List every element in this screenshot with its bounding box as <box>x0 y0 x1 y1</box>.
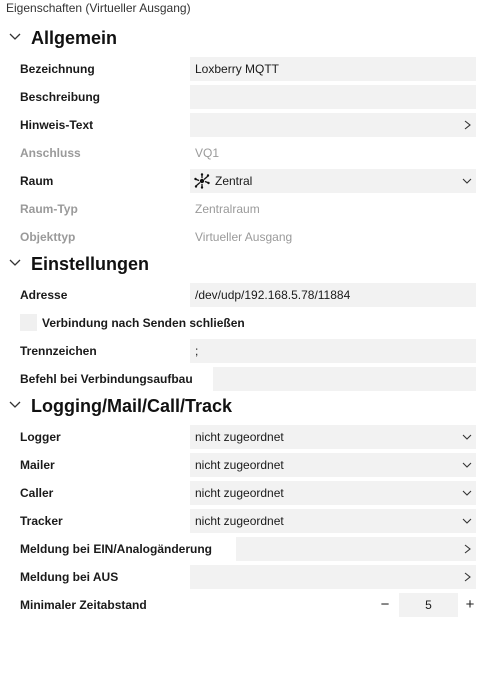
field-label: Anschluss <box>20 146 81 160</box>
mailer-select[interactable]: nicht zugeordnet <box>190 453 476 477</box>
row-mailer: Mailer nicht zugeordnet <box>0 452 485 478</box>
row-meldung-aus: Meldung bei AUS <box>0 564 485 590</box>
section-title: Allgemein <box>31 27 118 48</box>
field-label: Caller <box>20 486 54 500</box>
field-label: Trennzeichen <box>20 344 97 358</box>
field-label: Meldung bei AUS <box>20 570 119 584</box>
field-label: Mailer <box>20 458 55 472</box>
field-value: Zentral <box>215 174 253 188</box>
tracker-select[interactable]: nicht zugeordnet <box>190 509 476 533</box>
section-allgemein[interactable]: Allgemein <box>0 26 485 50</box>
row-verbindung-schliessen: Verbindung nach Senden schließen <box>0 310 485 336</box>
field-value: /dev/udp/192.168.5.78/11884 <box>195 288 351 302</box>
field-label: Adresse <box>20 288 68 302</box>
section-title: Logging/Mail/Call/Track <box>31 395 233 416</box>
field-value: nicht zugeordnet <box>195 430 284 444</box>
increment-button[interactable]: + <box>463 592 477 618</box>
field-value: nicht zugeordnet <box>195 514 284 528</box>
row-caller: Caller nicht zugeordnet <box>0 480 485 506</box>
hinweis-text-field[interactable] <box>190 113 476 137</box>
section-logging[interactable]: Logging/Mail/Call/Track <box>0 394 485 418</box>
chevron-right-icon <box>464 120 471 130</box>
row-anschluss: Anschluss VQ1 <box>0 140 485 166</box>
central-room-icon <box>194 173 210 189</box>
field-label: Raum <box>20 174 54 188</box>
raum-typ-value: Zentralraum <box>195 202 260 216</box>
anschluss-value: VQ1 <box>195 146 220 160</box>
row-beschreibung: Beschreibung <box>0 84 485 110</box>
field-value: nicht zugeordnet <box>195 458 284 472</box>
field-value: Loxberry MQTT <box>195 62 280 76</box>
verbindung-schliessen-checkbox[interactable] <box>20 314 37 331</box>
row-raum: Raum Zentral <box>0 168 485 194</box>
chevron-down-icon <box>462 178 472 184</box>
caller-select[interactable]: nicht zugeordnet <box>190 481 476 505</box>
row-adresse: Adresse /dev/udp/192.168.5.78/11884 <box>0 282 485 308</box>
field-label: Hinweis-Text <box>20 118 94 132</box>
decrement-button[interactable]: − <box>378 592 392 618</box>
meldung-aus-field[interactable] <box>190 565 476 589</box>
chevron-down-icon <box>462 518 472 524</box>
field-label: Logger <box>20 430 61 444</box>
chevron-down-icon <box>462 434 472 440</box>
field-label: Beschreibung <box>20 90 101 104</box>
row-befehl-verbindungsaufbau: Befehl bei Verbindungsaufbau <box>0 366 485 392</box>
field-label: Bezeichnung <box>20 62 95 76</box>
chevron-down-icon <box>9 33 21 40</box>
chevron-down-icon <box>9 259 21 266</box>
row-trennzeichen: Trennzeichen ; <box>0 338 485 364</box>
field-label: Objekttyp <box>20 230 76 244</box>
field-label: Tracker <box>20 514 63 528</box>
field-label: Befehl bei Verbindungsaufbau <box>20 372 193 386</box>
chevron-down-icon <box>9 401 21 408</box>
befehl-verbindungsaufbau-input[interactable] <box>213 367 476 391</box>
row-minimaler-zeitabstand: Minimaler Zeitabstand − 5 + <box>0 592 485 618</box>
field-value: nicht zugeordnet <box>195 486 284 500</box>
field-label: Minimaler Zeitabstand <box>20 598 147 612</box>
meldung-ein-field[interactable] <box>236 537 476 561</box>
row-hinweis-text: Hinweis-Text <box>0 112 485 138</box>
row-bezeichnung: Bezeichnung Loxberry MQTT <box>0 56 485 82</box>
section-einstellungen[interactable]: Einstellungen <box>0 252 485 276</box>
logger-select[interactable]: nicht zugeordnet <box>190 425 476 449</box>
chevron-down-icon <box>462 490 472 496</box>
trennzeichen-input[interactable]: ; <box>190 339 476 363</box>
row-objekttyp: Objekttyp Virtueller Ausgang <box>0 224 485 250</box>
beschreibung-input[interactable] <box>190 85 476 109</box>
chevron-down-icon <box>462 462 472 468</box>
adresse-input[interactable]: /dev/udp/192.168.5.78/11884 <box>190 283 476 307</box>
zeitabstand-stepper-input[interactable]: 5 <box>399 593 458 617</box>
field-label: Raum-Typ <box>20 202 78 216</box>
row-tracker: Tracker nicht zugeordnet <box>0 508 485 534</box>
row-meldung-ein: Meldung bei EIN/Analogänderung <box>0 536 485 562</box>
checkbox-label[interactable]: Verbindung nach Senden schließen <box>42 310 245 336</box>
row-logger: Logger nicht zugeordnet <box>0 424 485 450</box>
window-title: Eigenschaften (Virtueller Ausgang) <box>6 1 191 15</box>
objekttyp-value: Virtueller Ausgang <box>195 230 293 244</box>
section-title: Einstellungen <box>31 253 150 274</box>
field-label: Meldung bei EIN/Analogänderung <box>20 542 212 556</box>
bezeichnung-input[interactable]: Loxberry MQTT <box>190 57 476 81</box>
chevron-right-icon <box>464 572 471 582</box>
raum-select[interactable]: Zentral <box>190 169 476 193</box>
row-raum-typ: Raum-Typ Zentralraum <box>0 196 485 222</box>
chevron-right-icon <box>464 544 471 554</box>
field-value: ; <box>195 344 199 358</box>
